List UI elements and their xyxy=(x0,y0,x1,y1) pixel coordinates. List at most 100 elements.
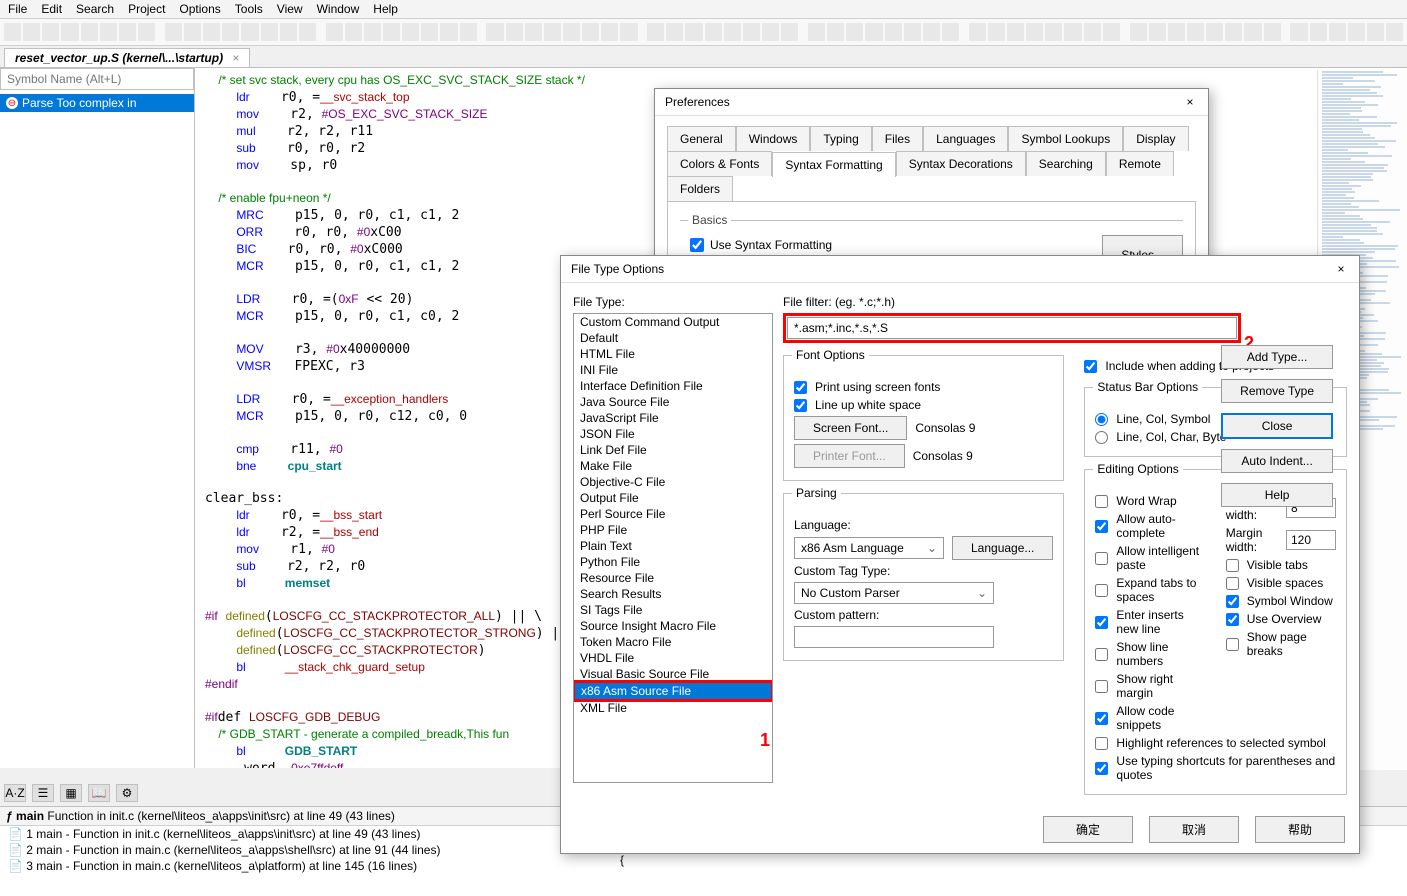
pref-tab-remote[interactable]: Remote xyxy=(1106,151,1174,176)
remove-type-button[interactable]: Remove Type xyxy=(1221,379,1333,403)
close-icon[interactable]: × xyxy=(1182,95,1198,109)
file-type-item[interactable]: Interface Definition File xyxy=(574,378,772,394)
menu-project[interactable]: Project xyxy=(128,2,165,16)
eo-check[interactable] xyxy=(1095,495,1108,508)
file-type-item[interactable]: HTML File xyxy=(574,346,772,362)
toolbar-button-43[interactable] xyxy=(865,23,882,41)
menu-edit[interactable]: Edit xyxy=(41,2,62,16)
eo2-check[interactable] xyxy=(1226,595,1239,608)
toolbar-button-21[interactable] xyxy=(421,23,438,41)
toolbar-button-19[interactable] xyxy=(383,23,400,41)
toolbar-button-68[interactable] xyxy=(1367,23,1384,41)
close-icon[interactable]: × xyxy=(232,51,239,65)
toolbar-button-31[interactable] xyxy=(620,23,637,41)
pref-tab-display[interactable]: Display xyxy=(1123,126,1188,151)
auto-indent-button[interactable]: Auto Indent... xyxy=(1221,449,1333,473)
toolbar-button-66[interactable] xyxy=(1329,23,1346,41)
file-type-item[interactable]: Token Macro File xyxy=(574,634,772,650)
book-icon[interactable]: 📖 xyxy=(88,784,110,802)
eo-check[interactable] xyxy=(1095,762,1108,775)
gear-icon[interactable]: ⚙ xyxy=(116,784,138,802)
screen-fonts-checkbox[interactable] xyxy=(794,381,807,394)
file-type-listbox[interactable]: Custom Command OutputDefaultHTML FileINI… xyxy=(573,313,773,783)
eo-check[interactable] xyxy=(1095,616,1108,629)
menu-options[interactable]: Options xyxy=(179,2,220,16)
help-button[interactable]: Help xyxy=(1221,483,1333,507)
toolbar-button-40[interactable] xyxy=(808,23,825,41)
eo2-check[interactable] xyxy=(1226,613,1239,626)
toolbar-button-62[interactable] xyxy=(1244,23,1261,41)
toolbar-button-5[interactable] xyxy=(100,23,117,41)
pref-tab-typing[interactable]: Typing xyxy=(810,126,871,151)
custom-tag-select[interactable]: No Custom Parser xyxy=(794,582,994,604)
eo2-check[interactable] xyxy=(1226,638,1239,651)
toolbar-button-15[interactable] xyxy=(299,23,316,41)
sort-alpha-icon[interactable]: A·Z xyxy=(4,784,26,802)
eo-check[interactable] xyxy=(1095,584,1108,597)
menu-help[interactable]: Help xyxy=(373,2,398,16)
toolbar-button-35[interactable] xyxy=(705,23,722,41)
toolbar-button-22[interactable] xyxy=(440,23,457,41)
menu-view[interactable]: View xyxy=(277,2,303,16)
toolbar-button-32[interactable] xyxy=(647,23,664,41)
language-button[interactable]: Language... xyxy=(952,536,1053,560)
file-type-item[interactable]: Objective-C File xyxy=(574,474,772,490)
toolbar-button-27[interactable] xyxy=(544,23,561,41)
file-type-item[interactable]: JavaScript File xyxy=(574,410,772,426)
parse-error-item[interactable]: Parse Too complex in xyxy=(0,94,194,112)
toolbar-button-11[interactable] xyxy=(222,23,239,41)
toolbar-button-1[interactable] xyxy=(23,23,40,41)
toolbar-button-50[interactable] xyxy=(1007,23,1024,41)
file-type-item[interactable]: x86 Asm Source File xyxy=(573,680,773,702)
eo-check[interactable] xyxy=(1095,680,1108,693)
grid-icon[interactable]: ▦ xyxy=(60,784,82,802)
toolbar-button-42[interactable] xyxy=(846,23,863,41)
toolbar-button-49[interactable] xyxy=(988,23,1005,41)
toolbar-button-18[interactable] xyxy=(364,23,381,41)
pref-tab-files[interactable]: Files xyxy=(872,126,923,151)
file-type-item[interactable]: Make File xyxy=(574,458,772,474)
radio-line-col-char[interactable] xyxy=(1095,431,1108,444)
toolbar-button-26[interactable] xyxy=(525,23,542,41)
pref-tab-symbol-lookups[interactable]: Symbol Lookups xyxy=(1008,126,1123,151)
toolbar-button-57[interactable] xyxy=(1149,23,1166,41)
cancel-button[interactable]: 取消 xyxy=(1149,816,1239,843)
pref-tab-windows[interactable]: Windows xyxy=(736,126,811,151)
toolbar-button-10[interactable] xyxy=(203,23,220,41)
toolbar-button-69[interactable] xyxy=(1386,23,1403,41)
list-icon[interactable]: ☰ xyxy=(32,784,54,802)
toolbar-button-13[interactable] xyxy=(261,23,278,41)
use-syntax-checkbox[interactable] xyxy=(690,238,704,252)
printer-font-button[interactable]: Printer Font... xyxy=(794,444,905,468)
toolbar-button-24[interactable] xyxy=(486,23,503,41)
toolbar-button-28[interactable] xyxy=(563,23,580,41)
toolbar-button-25[interactable] xyxy=(506,23,523,41)
toolbar-button-33[interactable] xyxy=(666,23,683,41)
menu-search[interactable]: Search xyxy=(76,2,114,16)
pref-tab-searching[interactable]: Searching xyxy=(1026,151,1106,176)
toolbar-button-48[interactable] xyxy=(969,23,986,41)
custom-pattern-input[interactable] xyxy=(794,626,994,648)
toolbar-button-46[interactable] xyxy=(923,23,940,41)
file-type-item[interactable]: Source Insight Macro File xyxy=(574,618,772,634)
toolbar-button-38[interactable] xyxy=(762,23,779,41)
toolbar-button-6[interactable] xyxy=(119,23,136,41)
pref-tab-languages[interactable]: Languages xyxy=(923,126,1008,151)
symbol-search-input[interactable] xyxy=(0,68,194,90)
toolbar-button-37[interactable] xyxy=(743,23,760,41)
toolbar-button-34[interactable] xyxy=(685,23,702,41)
toolbar-button-63[interactable] xyxy=(1264,23,1281,41)
pref-tab-syntax-formatting[interactable]: Syntax Formatting xyxy=(772,152,895,177)
language-select[interactable]: x86 Asm Language xyxy=(794,537,944,559)
toolbar-button-30[interactable] xyxy=(601,23,618,41)
radio-line-col-sym[interactable] xyxy=(1095,413,1108,426)
margin-width-input[interactable] xyxy=(1286,530,1336,550)
eo-check[interactable] xyxy=(1095,520,1108,533)
toolbar-button-52[interactable] xyxy=(1045,23,1062,41)
eo-check[interactable] xyxy=(1095,737,1108,750)
toolbar-button-64[interactable] xyxy=(1290,23,1307,41)
eo-check[interactable] xyxy=(1095,712,1108,725)
toolbar-button-7[interactable] xyxy=(138,23,155,41)
pref-tab-syntax-decorations[interactable]: Syntax Decorations xyxy=(896,151,1026,176)
ref-row[interactable]: 📄 3 main - Function in main.c (kernel\li… xyxy=(0,858,1407,874)
